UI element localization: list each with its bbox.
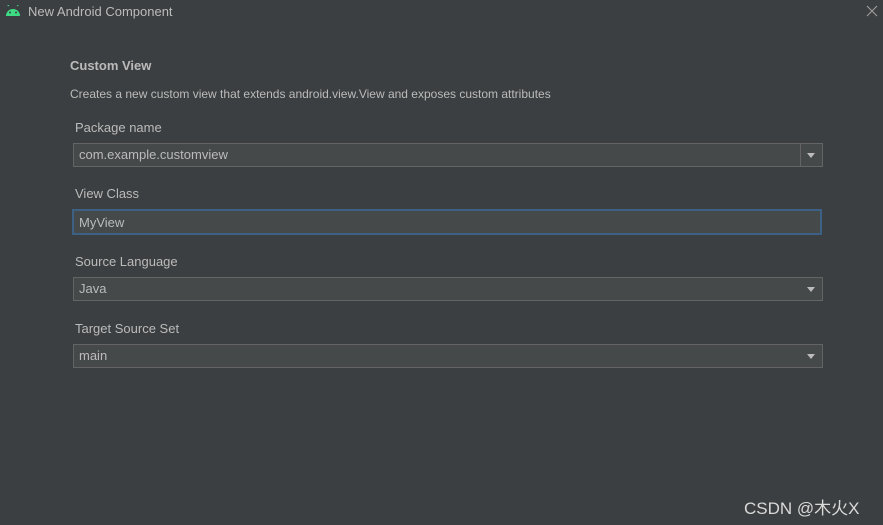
package-name-dropdown-button[interactable] <box>800 144 822 166</box>
source-language-select[interactable]: Java <box>73 277 823 301</box>
title-bar: New Android Component <box>0 0 883 24</box>
chevron-down-icon <box>807 287 815 292</box>
package-name-value: com.example.customview <box>79 147 228 162</box>
chevron-down-icon <box>807 153 815 158</box>
page-description: Creates a new custom view that extends a… <box>70 87 551 101</box>
target-source-set-label: Target Source Set <box>75 321 180 336</box>
package-name-label: Package name <box>75 120 162 135</box>
target-source-set-dropdown-button[interactable] <box>801 345 822 367</box>
source-language-label: Source Language <box>75 254 178 269</box>
chevron-down-icon <box>807 354 815 359</box>
close-icon[interactable] <box>866 5 878 17</box>
watermark: CSDN @木火X <box>744 499 860 518</box>
target-source-set-value: main <box>79 348 108 363</box>
package-name-combobox[interactable]: com.example.customview <box>73 143 823 167</box>
source-language-dropdown-button[interactable] <box>801 278 822 300</box>
page-title: Custom View <box>70 58 152 73</box>
view-class-label: View Class <box>75 186 140 201</box>
view-class-input[interactable] <box>72 209 822 235</box>
target-source-set-select[interactable]: main <box>73 344 823 368</box>
android-icon <box>6 5 20 16</box>
source-language-value: Java <box>79 281 107 296</box>
window-title: New Android Component <box>28 4 173 19</box>
